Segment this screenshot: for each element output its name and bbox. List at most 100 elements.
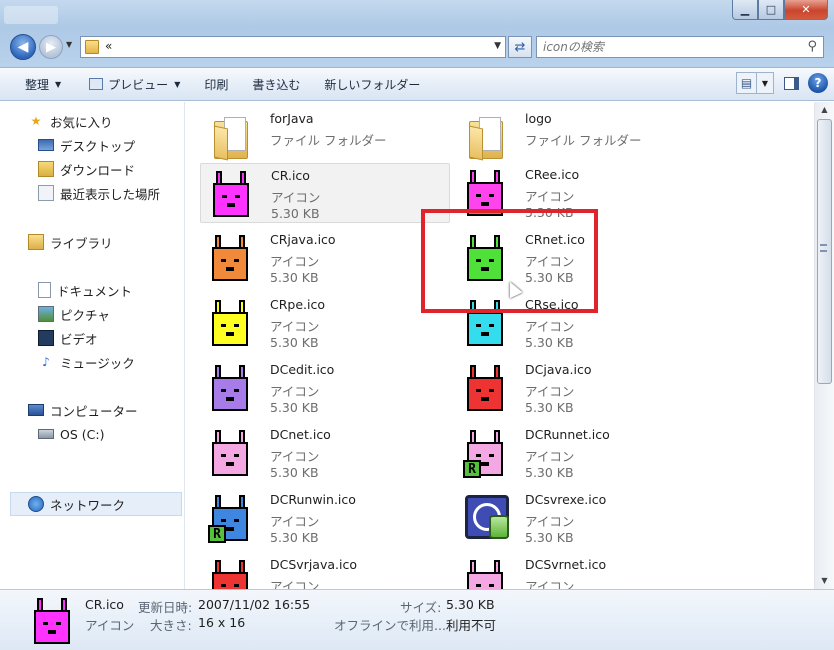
file-tile[interactable]: R DCRunwin.ico アイコン 5.30 KB — [200, 488, 450, 548]
organize-label: 整理 — [25, 77, 50, 92]
back-button[interactable]: ◀ — [10, 34, 36, 60]
preview-pane-toggle[interactable] — [780, 72, 802, 94]
preview-icon — [89, 78, 104, 90]
file-name: forJava — [270, 111, 314, 126]
nav-pictures[interactable]: ピクチャ — [38, 304, 110, 324]
file-tile[interactable]: CR.ico アイコン 5.30 KB — [200, 163, 450, 223]
file-name: DCjava.ico — [525, 362, 592, 377]
file-tile[interactable]: DCjava.ico アイコン 5.30 KB — [455, 358, 705, 418]
refresh-button[interactable]: ⇄ — [508, 36, 532, 58]
nav-music[interactable]: ♪ ミュージック — [38, 352, 135, 372]
document-icon — [38, 282, 51, 298]
search-box[interactable]: ⚲ — [536, 36, 824, 58]
scroll-up-arrow-icon[interactable]: ▲ — [815, 102, 834, 118]
file-name: DCedit.ico — [270, 362, 335, 377]
chevron-down-icon: ▼ — [55, 79, 62, 89]
folder-icon — [214, 117, 250, 161]
recent-pages-dropdown[interactable]: ▼ — [66, 40, 76, 54]
blank-row — [36, 256, 134, 276]
change-view-button[interactable]: ▤ ▼ — [736, 72, 774, 94]
chevron-down-icon[interactable]: ▼ — [757, 79, 773, 88]
file-tile[interactable]: DCsvrexe.ico アイコン 5.30 KB — [455, 488, 705, 548]
file-icon — [463, 558, 511, 589]
file-tile[interactable]: CRjava.ico アイコン 5.30 KB — [200, 228, 450, 288]
file-tile[interactable]: CRpe.ico アイコン 5.30 KB — [200, 293, 450, 353]
file-tile[interactable]: R DCRunnet.ico アイコン 5.30 KB — [455, 423, 705, 483]
nav-os-drive[interactable]: OS (C:) — [38, 424, 104, 444]
file-name: DCRunnet.ico — [525, 427, 610, 442]
folder-icon — [85, 40, 99, 54]
close-button[interactable]: ✕ — [784, 0, 828, 20]
nav-label: ライブラリ — [50, 235, 113, 251]
help-button[interactable]: ? — [808, 73, 828, 93]
detail-offline: 利用不可 — [446, 618, 497, 633]
file-size: 5.30 KB — [270, 400, 319, 415]
rabbit-icon — [212, 560, 248, 589]
nav-favorites[interactable]: ★ お気に入り — [28, 111, 113, 131]
nav-documents[interactable]: ドキュメント — [38, 280, 132, 300]
file-name: DCnet.ico — [270, 427, 331, 442]
preview-button[interactable]: プレビュー ▼ — [80, 72, 189, 96]
address-breadcrumb[interactable]: « — [105, 39, 112, 53]
nav-downloads[interactable]: ダウンロード — [38, 159, 135, 179]
minimize-button[interactable]: ▁ — [732, 0, 758, 20]
file-name: CRpe.ico — [270, 297, 326, 312]
file-size: 5.30 KB — [270, 335, 319, 350]
nav-label: ダウンロード — [60, 162, 136, 178]
detail-size: 5.30 KB — [446, 597, 495, 612]
star-icon: ★ — [30, 114, 42, 128]
file-tile[interactable]: DCSvrjava.ico アイコン — [200, 553, 450, 589]
file-tile[interactable]: DCSvrnet.ico アイコン — [455, 553, 705, 589]
nav-desktop[interactable]: デスクトップ — [38, 135, 135, 155]
search-input[interactable] — [537, 37, 787, 57]
video-icon — [38, 330, 54, 346]
new-folder-button[interactable]: 新しいフォルダー — [315, 72, 429, 96]
file-type: アイコン — [270, 514, 320, 529]
nav-computer[interactable]: コンピューター — [28, 400, 138, 420]
detail-modified-label: 更新日時: — [138, 600, 193, 615]
burn-button[interactable]: 書き込む — [243, 72, 309, 96]
search-icon[interactable]: ⚲ — [807, 39, 817, 54]
chevron-down-icon[interactable]: ▼ — [494, 41, 501, 51]
file-type: アイコン — [525, 449, 575, 464]
file-icon — [208, 363, 256, 411]
file-type: アイコン — [525, 189, 575, 204]
file-tile[interactable]: forJava ファイル フォルダー — [200, 107, 450, 167]
file-type: アイコン — [525, 514, 575, 529]
pictures-icon — [38, 306, 54, 322]
nav-label: ビデオ — [60, 331, 98, 347]
file-tile[interactable]: DCnet.ico アイコン 5.30 KB — [200, 423, 450, 483]
rabbit-icon — [34, 598, 70, 644]
organize-button[interactable]: 整理 ▼ — [16, 72, 70, 96]
nav-label: デスクトップ — [60, 138, 136, 154]
title-bar: ▁ □ ✕ ◀ ▶ ▼ « ▼ ⇄ ⚲ — [0, 0, 834, 68]
file-size: 5.30 KB — [271, 206, 320, 221]
nav-network[interactable]: ネットワーク — [28, 494, 125, 514]
nav-videos[interactable]: ビデオ — [38, 328, 98, 348]
file-tile[interactable]: DCedit.ico アイコン 5.30 KB — [200, 358, 450, 418]
preview-label: プレビュー — [108, 77, 169, 92]
nav-libraries[interactable]: ライブラリ — [28, 232, 113, 252]
desktop-icon — [38, 139, 54, 151]
print-button[interactable]: 印刷 — [195, 72, 237, 96]
maximize-button[interactable]: □ — [758, 0, 784, 20]
detail-dims: 16 x 16 — [198, 615, 246, 630]
file-name: CR.ico — [271, 168, 310, 183]
file-name: DCSvrnet.ico — [525, 557, 607, 572]
nav-label: 最近表示した場所 — [60, 186, 161, 202]
vertical-scrollbar[interactable]: ▲ ▼ — [814, 102, 834, 589]
forward-button[interactable]: ▶ — [39, 35, 63, 59]
file-size: 5.30 KB — [525, 530, 574, 545]
scroll-down-arrow-icon[interactable]: ▼ — [815, 573, 834, 589]
file-tile[interactable]: logo ファイル フォルダー — [455, 107, 705, 167]
rabbit-icon — [467, 365, 503, 411]
address-bar[interactable]: « ▼ — [80, 36, 506, 58]
file-icon — [208, 298, 256, 346]
file-type: アイコン — [525, 319, 575, 334]
file-icon — [208, 558, 256, 589]
rabbit-icon — [212, 300, 248, 346]
command-bar: 整理 ▼ プレビュー ▼ 印刷 書き込む 新しいフォルダー ▤ ▼ ? — [0, 68, 834, 101]
detail-dims-label: 大きさ: — [150, 618, 192, 633]
nav-recent-places[interactable]: 最近表示した場所 — [38, 183, 160, 203]
rabbit-icon: R — [208, 495, 248, 543]
